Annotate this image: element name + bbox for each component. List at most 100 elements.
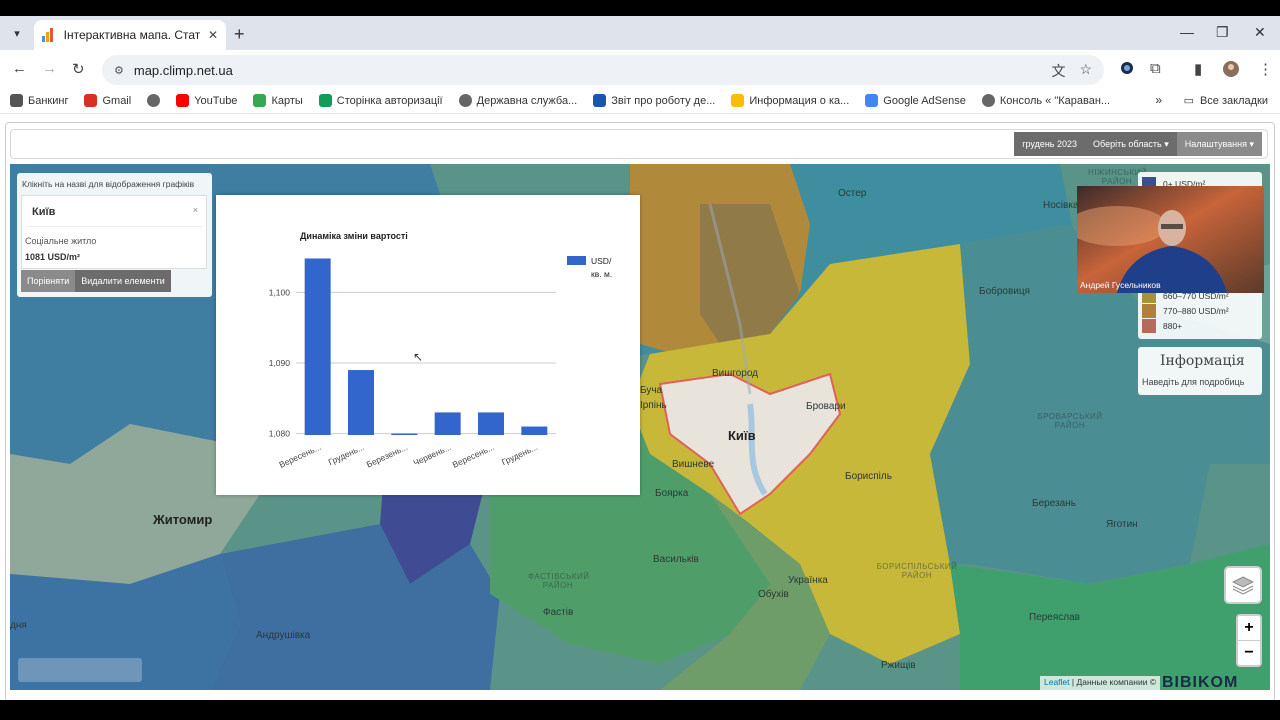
chart-bar[interactable] — [304, 258, 331, 435]
settings-dropdown[interactable]: Налаштування ▾ — [1176, 132, 1262, 156]
layers-button[interactable] — [1224, 566, 1262, 604]
bookmark-item[interactable]: YouTube — [176, 94, 237, 107]
housing-type: Соціальне житло — [25, 236, 97, 246]
map-label: Ірпінь — [640, 400, 667, 411]
reload-icon[interactable]: ↻ — [72, 60, 85, 78]
channel-watermark-logo: BIBIKOM — [1162, 674, 1239, 691]
city-card[interactable]: Київ × Соціальне житло 1081 USD/m² — [21, 195, 207, 269]
minimize-icon[interactable]: — — [1180, 24, 1194, 40]
bookmark-label: Банкинг — [28, 94, 69, 107]
leaflet-link[interactable]: Leaflet — [1044, 677, 1070, 687]
bookmark-label: Звіт про роботу де... — [611, 94, 716, 107]
map-label: Носівка — [1043, 200, 1079, 211]
adsense-icon — [865, 94, 879, 107]
y-tick-label: 1,100 — [269, 287, 291, 297]
chart-bar[interactable] — [391, 433, 418, 435]
bookmark-item[interactable]: Информация о ка... — [731, 94, 849, 107]
site-settings-icon[interactable]: ⚙ — [114, 64, 124, 77]
bookmark-item[interactable]: Банкинг — [10, 94, 68, 107]
bookmark-item[interactable] — [147, 94, 161, 107]
close-icon[interactable]: ✕ — [208, 28, 218, 42]
star-icon[interactable]: ☆ — [1079, 61, 1092, 81]
settings-label: Налаштування — [1184, 139, 1247, 149]
chart-card: Динаміка зміни вартості 1,080 1,090 1,100 … — [216, 195, 640, 495]
bookmark-item[interactable]: Google AdSense — [865, 94, 966, 107]
chart-bar[interactable] — [348, 370, 374, 435]
region-dropdown[interactable]: Оберіть область ▾ — [1085, 132, 1177, 156]
restore-icon[interactable]: ❐ — [1216, 24, 1229, 41]
map-label: Ржищів — [881, 660, 916, 671]
city-name[interactable]: Київ — [32, 206, 55, 218]
bookmark-item[interactable]: Звіт про роботу де... — [593, 94, 715, 107]
map-label: Фастів — [543, 607, 574, 618]
close-window-icon[interactable]: ✕ — [1254, 24, 1266, 41]
map-label: Бобровиця — [979, 286, 1031, 297]
globe-icon — [981, 94, 995, 107]
new-tab-button[interactable]: + — [234, 24, 245, 45]
period-button[interactable]: грудень 2023 — [1014, 132, 1086, 156]
tab-search-button[interactable]: ▾ — [6, 23, 28, 43]
extensions-puzzle-icon[interactable]: ⧉ — [1150, 60, 1161, 77]
all-bookmarks-button[interactable]: ▭ Все закладки — [1184, 94, 1268, 108]
x-tick-label: Червень... — [412, 442, 453, 468]
close-icon[interactable]: × — [193, 205, 198, 215]
bookmark-label: YouTube — [194, 94, 238, 107]
more-bookmarks-icon[interactable]: » — [1155, 93, 1162, 107]
chart-bar[interactable] — [434, 412, 461, 435]
top-black-bar — [0, 0, 1280, 16]
delete-elements-button[interactable]: Видалити елементи — [75, 270, 171, 292]
x-tick-label: Вересень... — [277, 442, 322, 470]
extension-icon[interactable] — [1120, 61, 1134, 79]
map-label: Боярка — [655, 488, 689, 499]
bookmark-item[interactable]: Державна служба... — [458, 94, 578, 107]
panel-hint: Клікніть на назві для відображення графі… — [22, 179, 195, 189]
gmail-icon — [84, 94, 98, 107]
tab-title: Інтерактивна мапа. Статистика — [63, 28, 200, 42]
y-tick-label: 1,090 — [269, 358, 291, 368]
zoom-control: + − — [1236, 614, 1262, 667]
menu-dots-icon[interactable]: ⋮ — [1258, 60, 1273, 78]
city-price-value: 1081 USD/m² — [25, 252, 81, 262]
compare-button[interactable]: Порівняти — [21, 270, 76, 292]
map-district-label: ФАСТІВСЬКИЙ РАЙОН — [528, 572, 590, 590]
map-label: Обухів — [758, 589, 789, 600]
youtube-icon — [176, 94, 190, 107]
translate-icon[interactable]: 文 — [1051, 61, 1065, 81]
info-panel: Інформація Наведіть для подробиць — [1138, 347, 1262, 395]
bookmark-item[interactable]: Карты — [253, 94, 303, 107]
compare-label: Порівняти — [27, 276, 70, 286]
bottom-black-bar — [0, 700, 1280, 720]
bookmark-item[interactable]: Консоль « "Караван... — [981, 94, 1110, 107]
all-bookmarks-label: Все закладки — [1199, 94, 1268, 107]
bookmark-item[interactable]: Сторінка авторизації — [318, 94, 443, 107]
map-district-label: БРОВАРСЬКИЙ РАЙОН — [1037, 412, 1103, 430]
zoom-in-button[interactable]: + — [1238, 616, 1260, 641]
layers-icon — [1232, 576, 1254, 595]
drive-icon — [731, 94, 745, 107]
webcam-video — [1077, 186, 1264, 293]
webcam-name: Андрей Гусельников — [1080, 280, 1161, 290]
avatar[interactable] — [1222, 60, 1240, 82]
side-panel-icon[interactable]: ▮ — [1194, 60, 1202, 78]
chart-bar[interactable] — [521, 426, 548, 435]
info-title: Інформація — [1160, 353, 1245, 369]
folder-icon — [10, 94, 23, 107]
map-label-kyiv: Київ — [728, 428, 756, 443]
active-tab[interactable]: Інтерактивна мапа. Статистика ✕ — [34, 20, 226, 50]
legend-label-line2: кв. м. — [591, 269, 612, 279]
trident-icon — [593, 94, 607, 107]
delete-label: Видалити елементи — [81, 276, 165, 286]
bookmark-label: Державна служба... — [476, 94, 578, 107]
y-tick-label: 1,080 — [269, 429, 291, 439]
address-bar[interactable]: ⚙ map.climp.net.ua 文 ☆ — [102, 55, 1104, 85]
legend-swatch — [567, 256, 586, 265]
legend-swatch — [1142, 319, 1156, 333]
back-arrow-icon[interactable]: ← — [12, 60, 27, 77]
zoom-out-button[interactable]: − — [1238, 641, 1260, 666]
bookmark-label: Сторінка авторизації — [336, 94, 443, 107]
chart-bar[interactable] — [478, 412, 504, 435]
url-text: map.climp.net.ua — [133, 62, 233, 78]
legend-label-line1: USD/ — [591, 256, 612, 266]
bookmark-item[interactable]: Gmail — [84, 94, 131, 107]
forward-arrow-icon[interactable]: → — [42, 60, 57, 77]
